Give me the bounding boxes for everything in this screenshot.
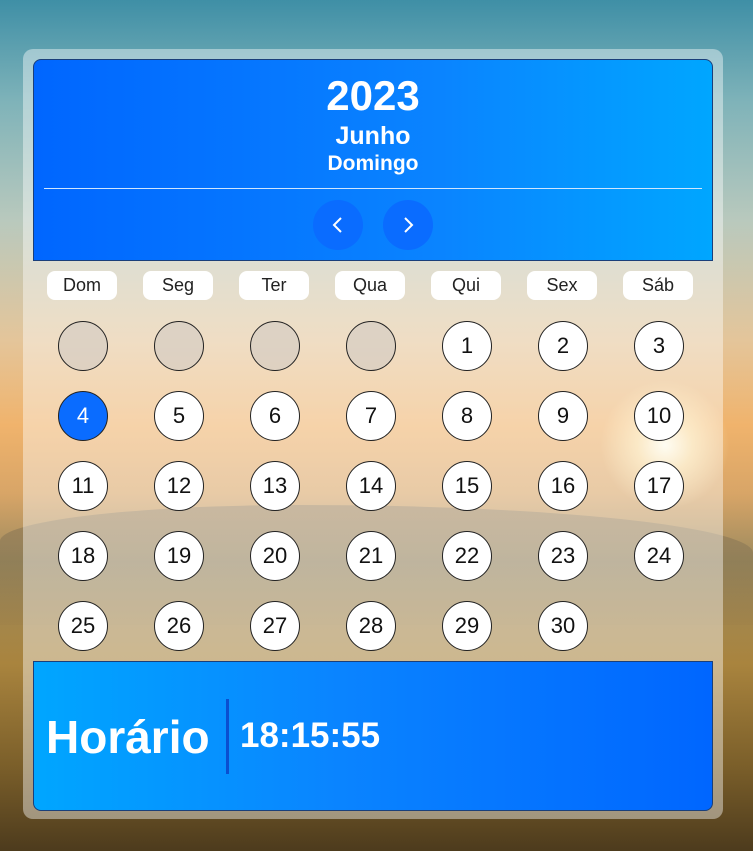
- day-cell[interactable]: 30: [538, 601, 588, 651]
- chevron-right-icon: [404, 217, 414, 233]
- day-cell[interactable]: 27: [250, 601, 300, 651]
- day-cell[interactable]: 10: [634, 391, 684, 441]
- day-cell[interactable]: 6: [250, 391, 300, 441]
- weekday-label: Domingo: [327, 152, 419, 175]
- day-cell[interactable]: 19: [154, 531, 204, 581]
- day-cell[interactable]: 11: [58, 461, 108, 511]
- calendar-header: 2023 Junho Domingo: [33, 59, 713, 261]
- day-cell[interactable]: 20: [250, 531, 300, 581]
- clock-separator: [226, 699, 229, 774]
- day-cell[interactable]: 24: [634, 531, 684, 581]
- empty-day-cell: [346, 321, 396, 371]
- clock-time: 18:15:55: [240, 716, 381, 755]
- clock-panel: Horário 18:15:55: [33, 661, 713, 811]
- day-cell-selected[interactable]: 4: [58, 391, 108, 441]
- day-cell[interactable]: 18: [58, 531, 108, 581]
- day-cell[interactable]: 1: [442, 321, 492, 371]
- day-cell[interactable]: 22: [442, 531, 492, 581]
- empty-day-cell: [250, 321, 300, 371]
- day-cell[interactable]: 28: [346, 601, 396, 651]
- weekday-header-6: Sáb: [623, 271, 693, 300]
- previous-month-button[interactable]: [313, 200, 363, 250]
- header-divider: [44, 188, 702, 189]
- weekday-header-1: Seg: [143, 271, 213, 300]
- day-cell[interactable]: 29: [442, 601, 492, 651]
- day-cell[interactable]: 7: [346, 391, 396, 441]
- weekday-header-2: Ter: [239, 271, 309, 300]
- day-cell[interactable]: 8: [442, 391, 492, 441]
- next-month-button[interactable]: [383, 200, 433, 250]
- day-cell[interactable]: 9: [538, 391, 588, 441]
- day-cell[interactable]: 16: [538, 461, 588, 511]
- empty-day-cell: [58, 321, 108, 371]
- day-cell[interactable]: 3: [634, 321, 684, 371]
- chevron-left-icon: [332, 217, 342, 233]
- weekday-header-3: Qua: [335, 271, 405, 300]
- day-cell[interactable]: 23: [538, 531, 588, 581]
- weekday-header-0: Dom: [47, 271, 117, 300]
- clock-title: Horário: [46, 711, 210, 763]
- day-cell[interactable]: 12: [154, 461, 204, 511]
- weekday-header-4: Qui: [431, 271, 501, 300]
- weekday-header-5: Sex: [527, 271, 597, 300]
- month-label: Junho: [335, 122, 411, 150]
- day-cell[interactable]: 17: [634, 461, 684, 511]
- year-label: 2023: [326, 72, 420, 119]
- day-cell[interactable]: 26: [154, 601, 204, 651]
- empty-day-cell: [154, 321, 204, 371]
- day-cell[interactable]: 15: [442, 461, 492, 511]
- day-cell[interactable]: 25: [58, 601, 108, 651]
- day-cell[interactable]: 13: [250, 461, 300, 511]
- day-cell[interactable]: 5: [154, 391, 204, 441]
- day-cell[interactable]: 21: [346, 531, 396, 581]
- day-cell[interactable]: 14: [346, 461, 396, 511]
- day-cell[interactable]: 2: [538, 321, 588, 371]
